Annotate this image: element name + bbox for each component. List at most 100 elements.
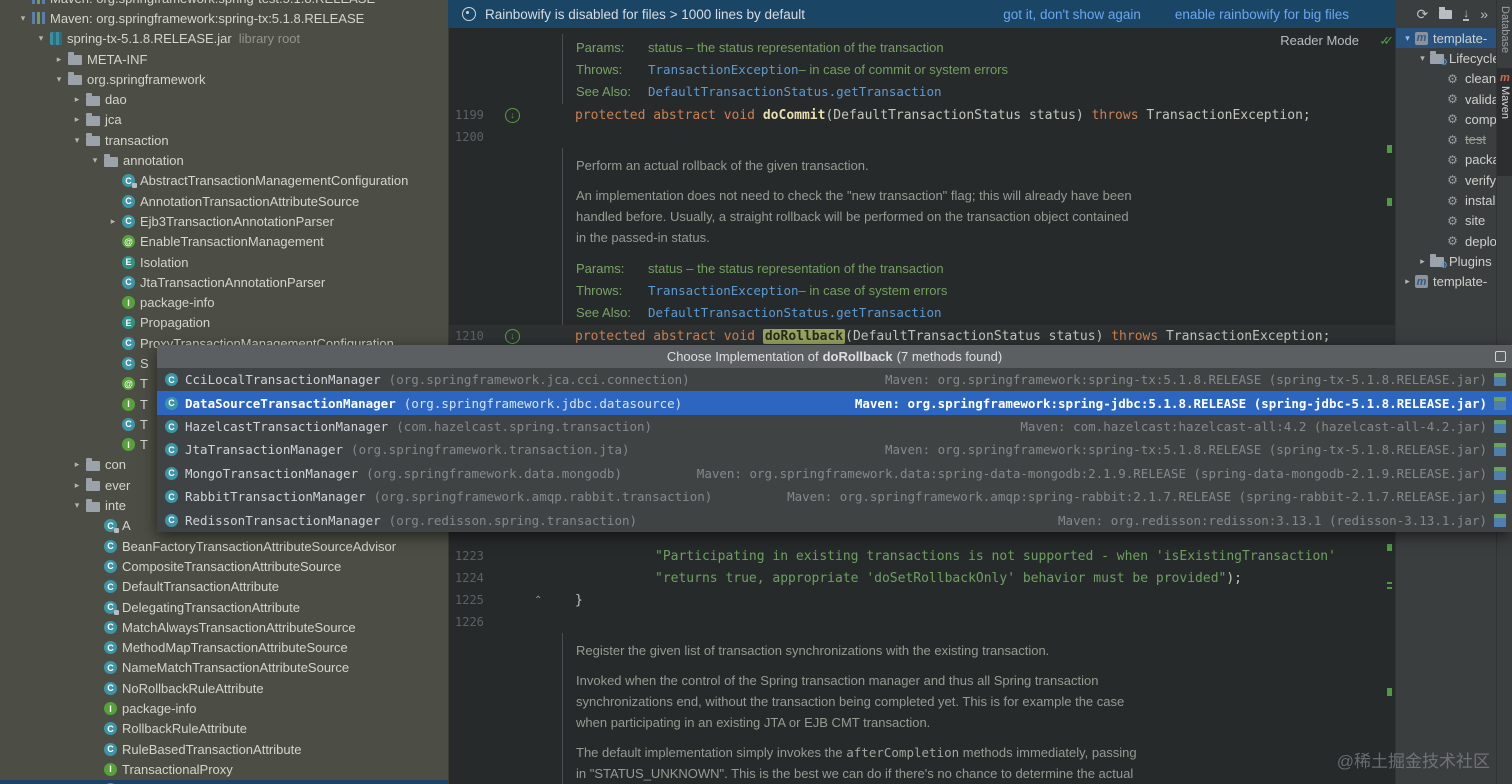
code-line[interactable]: 1200 (448, 126, 1395, 148)
maven-row[interactable]: ▾ m template- (1396, 28, 1497, 49)
banner-enable-link[interactable]: enable rainbowify for big files (1175, 7, 1349, 22)
folder-settings-icon[interactable] (1439, 6, 1453, 19)
fold-marker-icon[interactable]: ⌃ (534, 595, 542, 606)
tree-row[interactable]: Ipackage-info (0, 698, 448, 718)
tree-row[interactable]: ▾ annotation (0, 150, 448, 170)
tree-row-label: BeanFactoryTransactionAttributeSourceAdv… (122, 538, 397, 554)
tree-row[interactable]: E Isolation (0, 252, 448, 272)
code-line[interactable]: 1210 ↓ protected abstract void doRollback(… (448, 325, 1395, 347)
maven-row[interactable]: ⚙ package (1396, 150, 1497, 170)
tab-maven[interactable]: Maven (1499, 86, 1511, 119)
chevron-right-icon[interactable]: ▸ (50, 54, 68, 65)
tree-row[interactable]: Ipackage-info (0, 292, 448, 312)
tree-row[interactable]: C NameMatchTransactionAttributeSource (0, 658, 448, 678)
doc-text: status – the status representation of th… (648, 39, 944, 55)
more-icon[interactable]: » (1480, 7, 1488, 21)
chevron-down-icon[interactable]: ▾ (1415, 53, 1430, 64)
tree-row[interactable]: C MatchAlwaysTransactionAttributeSource (0, 617, 448, 637)
maven-row[interactable]: ⚙ verify (1396, 170, 1497, 190)
maven-row[interactable]: ⚙ test (1396, 129, 1497, 149)
doc-text[interactable]: TransactionException (648, 62, 799, 77)
implemented-marker-icon[interactable]: ↓ (505, 107, 520, 123)
download-sources-icon[interactable]: ↓ (1463, 7, 1470, 21)
chevron-right-icon[interactable]: ▸ (104, 216, 122, 227)
tree-row[interactable]: ▾ Maven: org.springframework:spring-tx:5.… (0, 8, 448, 28)
chevron-right-icon[interactable]: ▸ (68, 480, 86, 491)
popup-pin-icon[interactable] (1495, 351, 1506, 362)
javadoc-label: Params: (576, 39, 625, 55)
javadoc-block: Params: status – the status representatio… (562, 34, 1395, 104)
banner-dismiss-link[interactable]: got it, don't show again (1003, 7, 1141, 22)
chevron-right-icon[interactable]: ▸ (1415, 256, 1430, 267)
chevron-right-icon[interactable]: ▸ (68, 114, 86, 125)
tree-row[interactable]: ▾ spring-tx-5.1.8.RELEASE.jar library root (0, 29, 448, 49)
chevron-down-icon[interactable]: ▾ (14, 13, 32, 24)
tree-row[interactable]: C AbstractTransactionManagementConfigurat… (0, 171, 448, 191)
maven-row[interactable]: ▾ ⚙ Lifecycle (1396, 48, 1497, 68)
chevron-down-icon[interactable]: ▾ (32, 33, 50, 44)
popup-row[interactable]: C JtaTransactionManager (org.springframewo… (157, 438, 1512, 461)
gear-icon: ⚙ (1447, 193, 1458, 208)
popup-row[interactable]: C HazelcastTransactionManager (com.hazelca… (157, 415, 1512, 438)
tree-row[interactable]: C CompositeTransactionAttributeSource (0, 556, 448, 576)
tree-row[interactable]: C JtaTransactionAnnotationParser (0, 272, 448, 292)
tree-row[interactable]: C BeanFactoryTransactionAttributeSourceAd… (0, 536, 448, 556)
code-line[interactable]: 1199 ↓ protected abstract void doCommit(De… (448, 104, 1395, 126)
tree-row[interactable]: C DelegatingTransactionAttribute (0, 597, 448, 617)
maven-row[interactable]: ⚙ site (1396, 211, 1497, 231)
refresh-icon[interactable]: ⟳ (1416, 7, 1428, 21)
tree-row[interactable]: C AnnotationTransactionAttributeSource (0, 191, 448, 211)
double-check-icon[interactable]: ✓✓ (1379, 33, 1394, 49)
tree-row[interactable]: C NoRollbackRuleAttribute (0, 678, 448, 698)
folder-gear-icon: ⚙ (1430, 51, 1448, 67)
popup-title-prefix: Choose Implementation of (666, 349, 819, 364)
code-line[interactable]: 1224 "returns true, appropriate 'doSetRol… (448, 567, 1395, 589)
tree-row[interactable]: C MethodMapTransactionAttributeSource (0, 638, 448, 658)
maven-row[interactable]: ⚙ clean (1396, 69, 1497, 89)
tree-row[interactable]: C DefaultTransactionAttribute (0, 577, 448, 597)
chevron-down-icon[interactable]: ▾ (86, 155, 104, 166)
popup-row[interactable]: C CciLocalTransactionManager (org.springfr… (157, 368, 1512, 391)
tree-row[interactable]: C RuleBasedTransactionAttribute (0, 739, 448, 759)
tree-row[interactable]: E Propagation (0, 313, 448, 333)
tree-row[interactable]: ▸ META-INF (0, 49, 448, 69)
implemented-marker-icon[interactable]: ↓ (505, 328, 520, 344)
tree-row[interactable]: I TransactionalProxy (0, 759, 448, 779)
popup-row[interactable]: C RabbitTransactionManager (org.springfram… (157, 485, 1512, 508)
chevron-down-icon[interactable]: ▾ (68, 135, 86, 146)
code-line[interactable]: 1223 "Participating in existing transacti… (448, 545, 1395, 567)
doc-text[interactable]: DefaultTransactionStatus.getTransaction (648, 84, 942, 99)
tree-row[interactable]: ▸ dao (0, 89, 448, 109)
maven-row[interactable]: ⚙ deploy (1396, 231, 1497, 251)
reader-mode-label[interactable]: Reader Mode (1280, 33, 1359, 48)
chevron-down-icon[interactable]: ▾ (68, 500, 86, 511)
tree-row[interactable]: Maven: org.springframework:spring-test:5… (0, 0, 448, 8)
chevron-right-icon[interactable]: ▸ (68, 94, 86, 105)
tree-row[interactable]: C RollbackRuleAttribute (0, 719, 448, 739)
tree-row[interactable]: @ EnableTransactionManagement (0, 232, 448, 252)
tree-row-label: Maven: org.springframework:spring-tx:5.1… (50, 10, 365, 26)
maven-row[interactable]: ▸ m template- (1396, 272, 1497, 292)
chevron-right-icon[interactable]: ▸ (68, 459, 86, 470)
code-line[interactable]: 1225 ⌃} (448, 589, 1395, 611)
maven-row[interactable]: ⚙ compile (1396, 109, 1497, 129)
popup-row[interactable]: C DataSourceTransactionManager (org.spring… (157, 391, 1512, 415)
popup-row[interactable]: C RedissonTransactionManager (org.redisson… (157, 509, 1512, 532)
maven-row[interactable]: ⚙ validate (1396, 89, 1497, 109)
doc-text[interactable]: TransactionException (648, 283, 799, 298)
chevron-down-icon[interactable]: ▾ (1400, 33, 1415, 44)
tree-row-label: Propagation (140, 315, 211, 331)
maven-row[interactable]: ⚙ install (1396, 190, 1497, 210)
code-line[interactable]: 1226 (448, 611, 1395, 633)
tab-database[interactable]: Database (1499, 6, 1511, 53)
maven-row[interactable]: ▸ ⚙ Plugins (1396, 251, 1497, 271)
doc-text[interactable]: DefaultTransactionStatus.getTransaction (648, 305, 942, 320)
popup-row[interactable]: C MongoTransactionManager (org.springframe… (157, 462, 1512, 485)
tree-row[interactable]: ▾ org.springframework (0, 69, 448, 89)
chevron-right-icon[interactable]: ▸ (1400, 276, 1415, 287)
tree-row[interactable]: C (0, 779, 448, 784)
tree-row[interactable]: ▾ transaction (0, 130, 448, 150)
tree-row[interactable]: ▸ jca (0, 110, 448, 130)
chevron-down-icon[interactable]: ▾ (50, 74, 68, 85)
tree-row[interactable]: ▸ C Ejb3TransactionAnnotationParser (0, 211, 448, 231)
